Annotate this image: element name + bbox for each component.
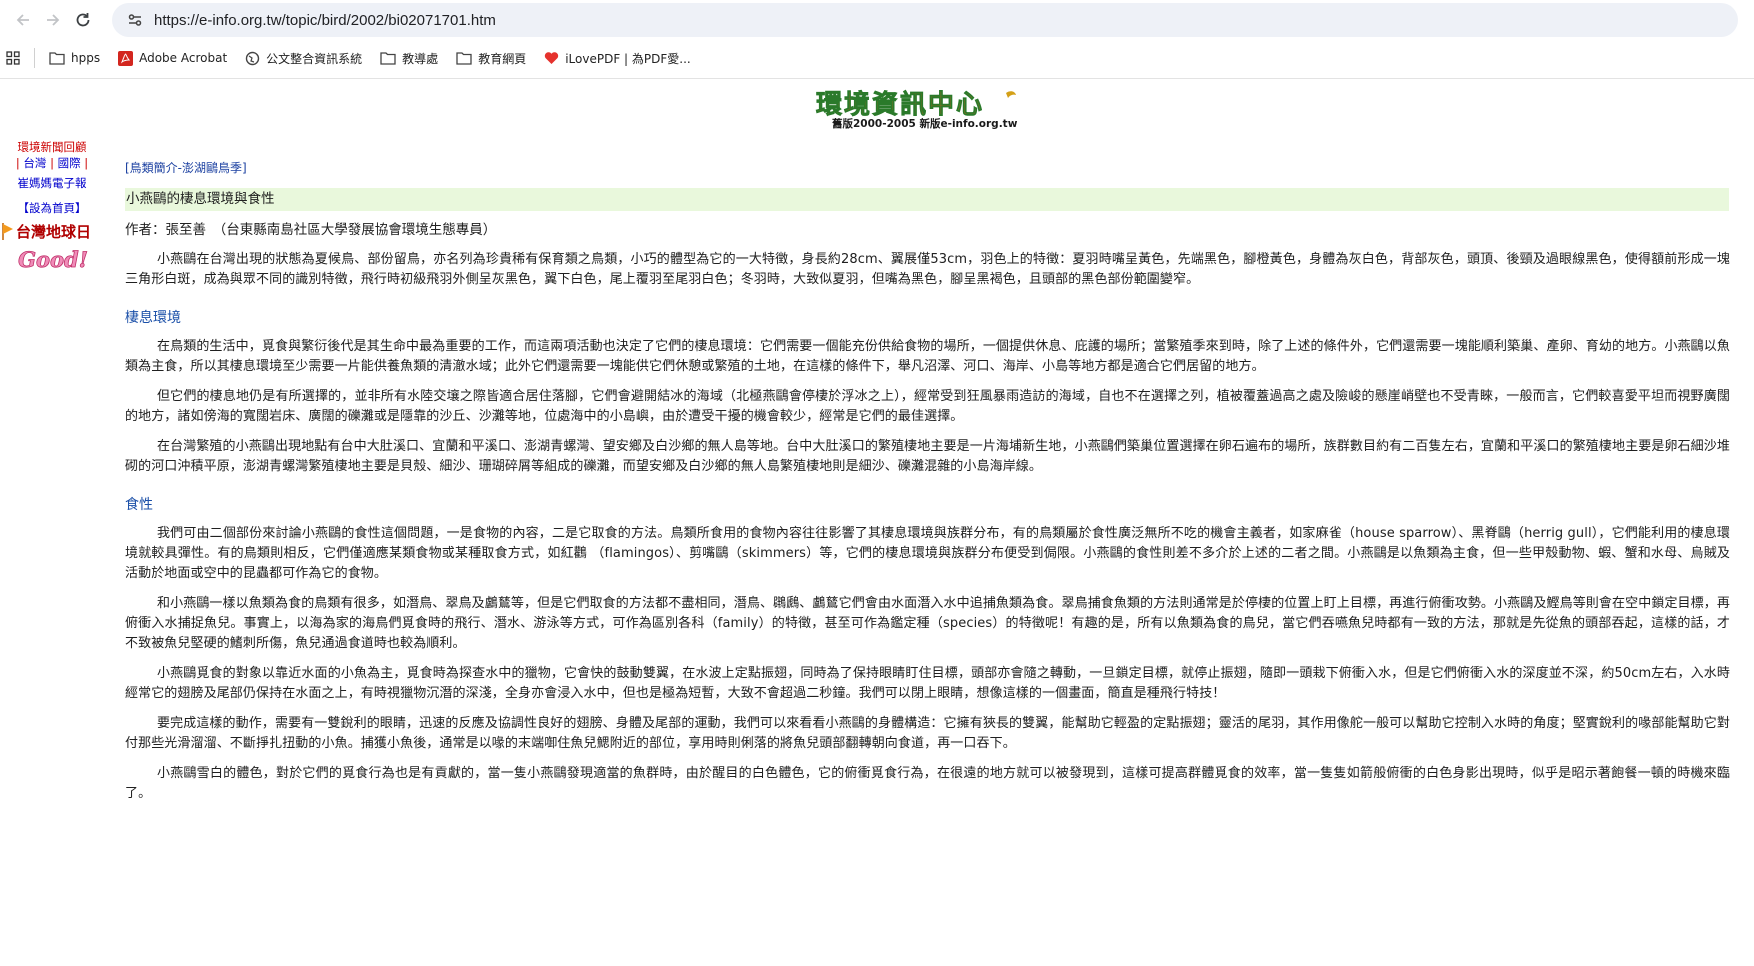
bookmarks-bar: hpps Adobe Acrobat 公文整合資訊系統 教導處 教育網頁 iLo… (0, 40, 1754, 76)
logo-leaf-icon (1006, 91, 1016, 98)
apps-button[interactable] (6, 51, 26, 65)
flag-icon (2, 223, 13, 240)
bookmarks-divider (34, 48, 35, 68)
earth-day-text: 台灣地球日 (16, 222, 92, 241)
tune-icon (128, 14, 142, 26)
epaper-link[interactable]: 崔媽媽電子報 (0, 175, 104, 191)
bookmark-ilovepdf[interactable]: iLovePDF | 為PDF愛... (544, 50, 691, 67)
habitat-paragraph-3: 在台灣繁殖的小燕鷗出現地點有台中大肚溪口、宜蘭和平溪口、澎湖青螺灣、望安鄉及白沙… (125, 439, 1730, 474)
folder-icon (49, 52, 65, 65)
taiwan-news-link[interactable]: 台灣 (23, 156, 46, 170)
back-button[interactable] (8, 5, 38, 35)
article-author: 作者：張至善 （台東縣南島社區大學發展協會環境生態專員） (125, 222, 497, 238)
nav-row: https://e-info.org.tw/topic/bird/2002/bi… (0, 0, 1754, 40)
news-region-links: | 台灣 | 國際 | (15, 156, 89, 170)
forward-arrow-icon (47, 14, 60, 26)
article-title: 小燕鷗的棲息環境與食性 (125, 188, 1729, 211)
news-review-link[interactable]: 環境新聞回顧 (0, 139, 104, 155)
site-info-button[interactable] (122, 7, 148, 33)
heart-icon (545, 52, 559, 64)
globe-icon (245, 51, 260, 65)
breadcrumb[interactable]: [鳥類簡介-澎湖鷗鳥季] (125, 159, 1730, 176)
article-content: [鳥類簡介-澎湖鷗鳥季] 小燕鷗的棲息環境與食性 作者：張至善 （台東縣南島社區… (125, 159, 1730, 804)
diet-heading: 食性 (125, 497, 153, 513)
bookmark-document-system[interactable]: 公文整合資訊系統 (245, 50, 362, 67)
logo-graphic: 環境資訊中心 舊版2000-2005 新版e-info.org.tw (816, 89, 1018, 130)
habitat-paragraph-1: 在鳥類的生活中，覓食與繁衍後代是其生命中最為重要的工作，而這兩項活動也決定了它們… (125, 339, 1730, 374)
reload-icon (76, 13, 90, 27)
set-homepage-link[interactable]: 【設為首頁】 (0, 200, 104, 216)
folder-icon (380, 52, 396, 65)
acrobat-icon (118, 50, 134, 66)
bookmark-hpps[interactable]: hpps (49, 51, 100, 65)
site-logo[interactable]: 環境資訊中心 舊版2000-2005 新版e-info.org.tw (810, 87, 1050, 131)
good-banner-graphic: Good! (4, 247, 102, 273)
bookmark-adobe-acrobat[interactable]: Adobe Acrobat (118, 50, 227, 66)
browser-chrome: https://e-info.org.tw/topic/bird/2002/bi… (0, 0, 1754, 79)
apps-grid-icon (6, 51, 20, 65)
svg-text:Good!: Good! (18, 247, 88, 272)
habitat-heading: 棲息環境 (125, 310, 181, 326)
diet-paragraph-4: 要完成這樣的動作，需要有一雙銳利的眼睛，迅速的反應及協調性良好的翅膀、身體及尾部… (125, 716, 1730, 751)
address-bar[interactable]: https://e-info.org.tw/topic/bird/2002/bi… (112, 3, 1738, 37)
svg-text:環境資訊中心: 環境資訊中心 (816, 89, 984, 120)
habitat-paragraph-2: 但它們的棲息地仍是有所選擇的，並非所有水陸交壤之際皆適合居住落腳，它們會避開結冰… (125, 389, 1730, 424)
folder-icon (456, 52, 472, 65)
url-text: https://e-info.org.tw/topic/bird/2002/bi… (154, 11, 496, 29)
intro-paragraph: 小燕鷗在台灣出現的狀態為夏候鳥、部份留鳥，亦名列為珍貴稀有保育類之鳥類，小巧的體… (125, 252, 1730, 287)
diet-paragraph-2: 和小燕鷗一樣以魚類為食的鳥類有很多，如潛鳥、翠鳥及鸕鶿等，但是它們取食的方法都不… (125, 596, 1730, 651)
forward-button[interactable] (38, 5, 68, 35)
bookmark-teaching-office[interactable]: 教導處 (380, 50, 438, 67)
good-banner[interactable]: Good! (4, 247, 102, 273)
diet-paragraph-1: 我們可由二個部份來討論小燕鷗的食性這個問題，一是食物的內容，二是它取食的方法。鳥… (125, 526, 1730, 581)
svg-text:舊版2000-2005 新版e-info.org.tw: 舊版2000-2005 新版e-info.org.tw (832, 117, 1018, 130)
diet-paragraph-5: 小燕鷗雪白的體色，對於它們的覓食行為也是有貢獻的，當一隻小燕鷗發現適當的魚群時，… (125, 766, 1730, 801)
diet-paragraph-3: 小燕鷗覓食的對象以靠近水面的小魚為主，覓食時為探查水中的獵物，它會快的鼓動雙翼，… (125, 666, 1730, 701)
earth-day-banner[interactable]: 台灣地球日 (2, 220, 104, 242)
web-page: 環境新聞回顧 | 台灣 | 國際 | 崔媽媽電子報 【設為首頁】 台灣地球日 G… (0, 79, 1754, 966)
bookmark-education-pages[interactable]: 教育網頁 (456, 50, 526, 67)
reload-button[interactable] (68, 5, 98, 35)
international-news-link[interactable]: 國際 (58, 156, 81, 170)
back-arrow-icon (16, 14, 29, 26)
